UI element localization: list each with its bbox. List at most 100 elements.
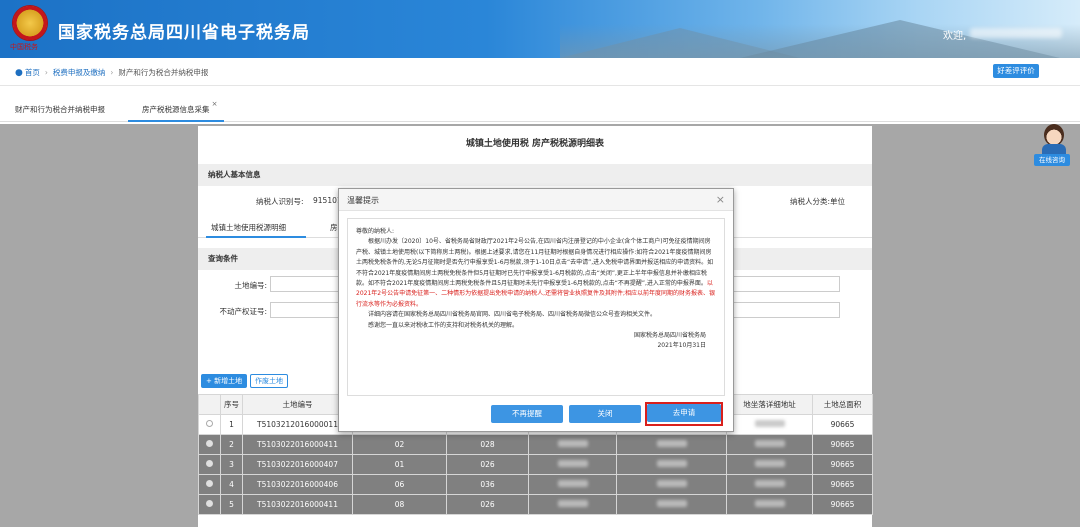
paragraph-3: 感谢您一直以来对税收工作的支持和对税务机关的理解。	[368, 321, 519, 329]
active-tab-underline	[206, 236, 306, 238]
row-radio[interactable]	[206, 480, 213, 487]
redacted-cell	[528, 454, 617, 475]
breadcrumb-home[interactable]: 首页	[25, 67, 40, 78]
close-button[interactable]: 关闭	[569, 405, 641, 423]
table-row[interactable]: 4 T5103022016000406 06 036 90665	[198, 474, 873, 495]
cell: 026	[446, 454, 529, 475]
query-input-right[interactable]	[732, 276, 840, 292]
tab-land-use-tax[interactable]: 城镇土地使用税源明细	[211, 222, 286, 233]
assistant-avatar-icon[interactable]	[1040, 124, 1066, 154]
close-tab-icon[interactable]: ×	[212, 100, 218, 108]
redacted-value	[557, 460, 588, 467]
notice-dialog: 温馨提示 × 尊敬的纳税人: 根据川办发〔2020〕10号、省税务局省财政厅20…	[338, 188, 734, 432]
redacted-value	[656, 440, 687, 447]
close-icon[interactable]: ×	[716, 193, 725, 206]
redacted-cell	[726, 414, 813, 435]
query-input-right[interactable]	[732, 302, 840, 318]
cell: 036	[446, 474, 529, 495]
redacted-value	[656, 480, 687, 487]
land-no-cell: T5103022016000411	[242, 434, 353, 455]
redacted-cell	[726, 434, 813, 455]
row-radio[interactable]	[206, 440, 213, 447]
area-cell: 90665	[812, 494, 873, 515]
tab-property-tax[interactable]: 房	[330, 222, 338, 233]
signature-org: 国家税务总局四川省税务局	[633, 332, 706, 340]
column-header-area: 土地总面积	[812, 394, 873, 415]
taxpayer-id-label: 纳税人识别号:	[256, 197, 304, 206]
redacted-cell	[616, 494, 727, 515]
land-no-cell: T5103022016000407	[242, 454, 353, 475]
location-pin-icon: ●	[15, 67, 23, 78]
table-row[interactable]: 5 T5103022016000411 08 026 90665	[198, 494, 873, 515]
land-no-input[interactable]	[270, 276, 340, 292]
seq-cell: 2	[220, 434, 243, 455]
tab-property-tax-source[interactable]: 房产税税源信息采集 ×	[128, 96, 224, 122]
page-tabs: 财产和行为税合并纳税申报 房产税税源信息采集 ×	[0, 96, 1080, 122]
redacted-cell	[726, 454, 813, 475]
redacted-cell	[616, 474, 727, 495]
redacted-value	[557, 480, 588, 487]
seq-cell: 1	[220, 414, 243, 435]
paragraph-1-text: 根据川办发〔2020〕10号、省税务局省财政厅2021年2号公告,在四川省内注册…	[356, 238, 714, 288]
redacted-value	[754, 460, 785, 467]
table-row[interactable]: 2 T5103022016000411 02 028 90665	[198, 434, 873, 455]
column-header-land-no: 土地编号	[242, 394, 353, 415]
paragraph-1: 根据川办发〔2020〕10号、省税务局省财政厅2021年2号公告,在四川省内注册…	[356, 237, 716, 310]
seq-cell: 3	[220, 454, 243, 475]
cell: 028	[446, 434, 529, 455]
taxpayer-type: 纳税人分类:单位	[790, 197, 846, 206]
redacted-cell	[528, 494, 617, 515]
user-name-redacted	[970, 28, 1062, 38]
redacted-value	[656, 460, 687, 467]
row-select-cell	[198, 454, 221, 475]
dialog-header: 温馨提示 ×	[339, 189, 733, 211]
dialog-title: 温馨提示	[347, 196, 379, 205]
redacted-value	[754, 500, 785, 507]
row-radio[interactable]	[206, 460, 213, 467]
assistant-body	[1042, 144, 1066, 154]
row-radio[interactable]	[206, 420, 213, 427]
column-header	[198, 394, 221, 415]
row-select-cell	[198, 414, 221, 435]
breadcrumb-separator: ›	[110, 68, 114, 77]
seq-cell: 5	[220, 494, 243, 515]
land-no-cell: T5103022016000411	[242, 494, 353, 515]
section-taxpayer-info: 纳税人基本信息	[198, 164, 872, 186]
redacted-value	[557, 500, 588, 507]
breadcrumb-current: 财产和行为税合并纳税申报	[118, 68, 209, 77]
paragraph-2: 详细内容请在国家税务总局四川省税务局官网、四川省电子税务局、四川省税务局微信公众…	[368, 311, 657, 319]
row-radio[interactable]	[206, 500, 213, 507]
assistant-head	[1044, 124, 1064, 146]
welcome-text: 欢迎,	[943, 31, 967, 42]
redacted-cell	[726, 494, 813, 515]
apply-button[interactable]: 去申请	[647, 404, 721, 422]
table-row[interactable]: 3 T5103022016000407 01 026 90665	[198, 454, 873, 475]
redacted-cell	[616, 434, 727, 455]
area-cell: 90665	[812, 434, 873, 455]
online-consult-button[interactable]: 在线咨询	[1034, 154, 1070, 166]
breadcrumb: ● 首页 › 税费申报及缴纳 › 财产和行为税合并纳税申报	[15, 67, 208, 78]
signature-date: 2021年10月31日	[657, 342, 706, 350]
column-header-address: 地坐落详细地址	[726, 394, 813, 415]
area-cell: 90665	[812, 474, 873, 495]
property-cert-input[interactable]	[270, 302, 340, 318]
dismiss-button[interactable]: 不再提醒	[491, 405, 563, 423]
add-land-button[interactable]: + 新增土地	[201, 374, 248, 388]
cell: 01	[352, 454, 447, 475]
land-no-label: 土地编号:	[234, 281, 267, 290]
redacted-value	[754, 440, 785, 447]
redacted-value	[754, 480, 785, 487]
redacted-cell	[528, 474, 617, 495]
cell: 08	[352, 494, 447, 515]
column-header-seq: 序号	[220, 394, 243, 415]
tab-label: 房产税税源信息采集	[142, 105, 210, 114]
tab-combined-declaration[interactable]: 财产和行为税合并纳税申报	[15, 104, 105, 115]
breadcrumb-tax-declaration[interactable]: 税费申报及缴纳	[53, 67, 106, 78]
redacted-cell	[528, 434, 617, 455]
void-land-button[interactable]: 作废土地	[250, 374, 288, 388]
area-cell: 90665	[812, 414, 873, 435]
site-header: 中国税务 国家税务总局四川省电子税务局 欢迎,	[0, 0, 1080, 58]
rate-service-button[interactable]: 好差评评价	[993, 64, 1039, 78]
redacted-value	[557, 440, 588, 447]
row-select-cell	[198, 474, 221, 495]
